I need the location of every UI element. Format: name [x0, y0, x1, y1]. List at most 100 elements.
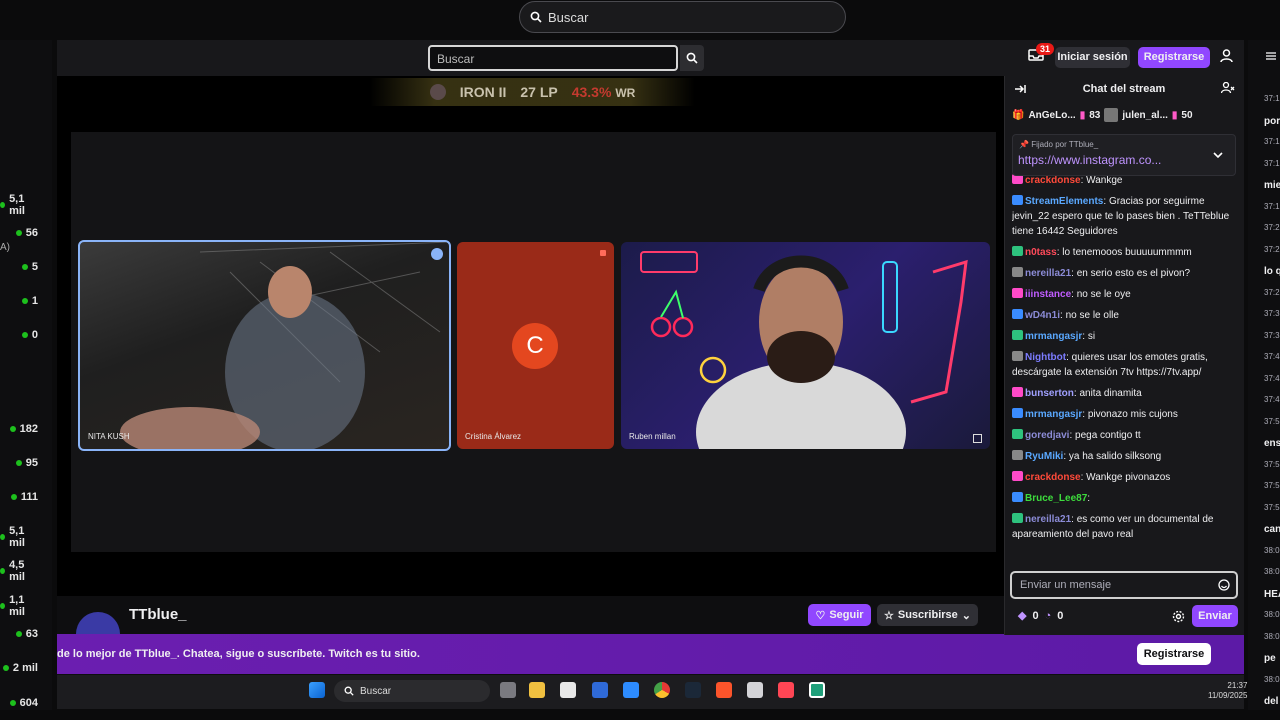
- menu-icon[interactable]: [1266, 52, 1276, 60]
- participant-tile-nita[interactable]: NITA KUSH: [78, 240, 451, 451]
- chat-username[interactable]: nereilla21: [1025, 514, 1071, 525]
- gear-icon[interactable]: [1172, 610, 1185, 623]
- chat-input[interactable]: Enviar un mensaje: [1010, 571, 1238, 599]
- followed-channel-row[interactable]: 95: [0, 457, 50, 469]
- file-explorer-icon[interactable]: [529, 682, 545, 698]
- secondary-chat-text: lo q: [1264, 266, 1280, 277]
- community-icon[interactable]: [1221, 82, 1235, 94]
- secondary-chat-timestamp: 38:0: [1264, 567, 1280, 576]
- followed-channel-row[interactable]: 1: [0, 295, 50, 307]
- chat-message[interactable]: nereilla21: en serio esto es el pivon?: [1012, 266, 1238, 281]
- chat-message[interactable]: goredjavi: pega contigo tt: [1012, 428, 1238, 443]
- chat-message[interactable]: nereilla21: es como ver un documental de…: [1012, 512, 1238, 542]
- followed-channel-row[interactable]: 5: [0, 261, 50, 273]
- viewer-count: 2 mil: [12, 662, 38, 674]
- valorant-icon[interactable]: [778, 682, 794, 698]
- followed-channel-row[interactable]: 182: [0, 423, 50, 435]
- user-badge-icon: [1012, 429, 1023, 439]
- secondary-chat-timestamp: 37:2: [1264, 223, 1280, 232]
- chat-message[interactable]: iiinstance: no se le oye: [1012, 287, 1238, 302]
- chat-username[interactable]: goredjavi: [1025, 430, 1069, 441]
- participant-name: Cristina Álvarez: [465, 432, 522, 441]
- subscribe-button[interactable]: ☆ Suscribirse ⌄: [877, 604, 978, 626]
- chevron-down-icon[interactable]: [1213, 151, 1223, 159]
- snipping-tool-icon[interactable]: [747, 682, 763, 698]
- taskbar-search[interactable]: Buscar: [334, 680, 490, 702]
- chat-text: pega contigo tt: [1075, 430, 1141, 441]
- search-icon: [530, 11, 542, 23]
- chat-username[interactable]: Bruce_Lee87: [1025, 493, 1087, 504]
- chat-message[interactable]: wD4n1i: no se le olle: [1012, 308, 1238, 323]
- browser-search-bar[interactable]: Buscar: [519, 1, 846, 33]
- chat-message[interactable]: Nightbot: quieres usar los emotes gratis…: [1012, 350, 1238, 380]
- followed-channel-row[interactable]: 2 mil: [0, 662, 50, 674]
- viewer-count: 5,1 mil: [9, 525, 25, 549]
- followed-channel-row[interactable]: 111: [0, 491, 50, 503]
- separator: :: [1087, 493, 1091, 504]
- windows-start-icon[interactable]: [309, 682, 325, 698]
- channel-points[interactable]: ◆ 0 ◔ 0: [1018, 609, 1063, 623]
- followed-channel-row[interactable]: 5,1 mil: [0, 525, 50, 549]
- chat-username[interactable]: n0tass: [1025, 247, 1057, 258]
- chat-username[interactable]: wD4n1i: [1025, 310, 1060, 321]
- emote-picker-icon[interactable]: [1218, 579, 1230, 591]
- send-button[interactable]: Enviar: [1192, 605, 1238, 627]
- promo-signup-button[interactable]: Registrarse: [1137, 643, 1211, 665]
- chat-message[interactable]: n0tass: lo tenemooos buuuuummmm: [1012, 245, 1238, 260]
- pinned-link[interactable]: https://www.instagram.co...: [1018, 153, 1161, 167]
- chat-username[interactable]: bunserton: [1025, 388, 1074, 399]
- viewer-count: 1: [31, 295, 38, 307]
- gift-leaderboard[interactable]: 🎁 AnGeLo... ▮ 83 julen_al... ▮ 50: [1012, 106, 1242, 124]
- chat-message[interactable]: mrmangasjr: pivonazo mis cujons: [1012, 407, 1238, 422]
- login-button[interactable]: Iniciar sesión: [1055, 47, 1130, 68]
- chat-message[interactable]: crackdonse: Wankge pivonazos: [1012, 470, 1238, 485]
- followed-channel-row[interactable]: 0: [0, 329, 50, 341]
- chat-username[interactable]: crackdonse: [1025, 175, 1081, 186]
- store-icon[interactable]: [560, 682, 576, 698]
- live-indicator-icon: [21, 264, 28, 270]
- followed-channel-row[interactable]: 63: [0, 628, 50, 640]
- chat-message[interactable]: StreamElements: Gracias por seguirme jev…: [1012, 194, 1238, 239]
- chat-username[interactable]: iiinstance: [1025, 289, 1071, 300]
- pinned-by-user: TTblue_: [1068, 140, 1099, 149]
- secondary-chat-timestamp: 37:1: [1264, 158, 1280, 168]
- participant-tile-ruben[interactable]: Ruben millan: [621, 242, 990, 449]
- followed-channel-row[interactable]: 1,1 mil: [0, 594, 50, 618]
- more-options-icon[interactable]: [431, 248, 443, 260]
- channel-name[interactable]: TTblue_: [129, 606, 187, 623]
- signup-button[interactable]: Registrarse: [1138, 47, 1210, 68]
- steam-icon[interactable]: [685, 682, 701, 698]
- user-badge-icon: [1012, 351, 1023, 361]
- messages-icon[interactable]: [592, 682, 608, 698]
- task-view-icon[interactable]: [500, 682, 516, 698]
- chat-username[interactable]: mrmangasjr: [1025, 409, 1082, 420]
- twitch-search-input[interactable]: Buscar: [428, 45, 678, 71]
- chat-username[interactable]: StreamElements: [1025, 196, 1103, 207]
- chat-username[interactable]: Nightbot: [1025, 352, 1066, 363]
- chat-username[interactable]: RyuMiki: [1025, 451, 1063, 462]
- pinned-by-label: Fijado por: [1031, 140, 1067, 149]
- chat-username[interactable]: crackdonse: [1025, 472, 1081, 483]
- user-icon[interactable]: [1220, 49, 1233, 63]
- followed-channel-row[interactable]: 56: [0, 227, 50, 239]
- twitch-search-button[interactable]: [680, 45, 704, 71]
- followed-channel-row[interactable]: 604: [0, 697, 50, 709]
- zoom-icon[interactable]: [623, 682, 639, 698]
- followed-channel-row[interactable]: 4,5 mil: [0, 559, 50, 583]
- expand-icon[interactable]: [973, 434, 982, 443]
- chrome-icon[interactable]: [654, 682, 670, 698]
- secondary-chat-text: can: [1264, 524, 1280, 535]
- follow-button[interactable]: ♡ Seguir: [808, 604, 871, 626]
- active-app-icon[interactable]: [809, 682, 825, 698]
- chat-username[interactable]: mrmangasjr: [1025, 331, 1082, 342]
- taskbar-clock[interactable]: 21:37 11/09/2025: [1208, 681, 1247, 701]
- chat-username[interactable]: nereilla21: [1025, 268, 1071, 279]
- chat-message[interactable]: mrmangasjr: si: [1012, 329, 1238, 344]
- followed-channel-row[interactable]: 5,1 mil: [0, 193, 50, 217]
- chat-message[interactable]: RyuMiki: ya ha salido silksong: [1012, 449, 1238, 464]
- chat-message[interactable]: Bruce_Lee87:: [1012, 491, 1238, 506]
- chat-message[interactable]: bunserton: anita dinamita: [1012, 386, 1238, 401]
- clock-date: 11/09/2025: [1208, 691, 1248, 700]
- signup-promo-banner: de lo mejor de TTblue_. Chatea, sigue o …: [57, 634, 1244, 674]
- brave-icon[interactable]: [716, 682, 732, 698]
